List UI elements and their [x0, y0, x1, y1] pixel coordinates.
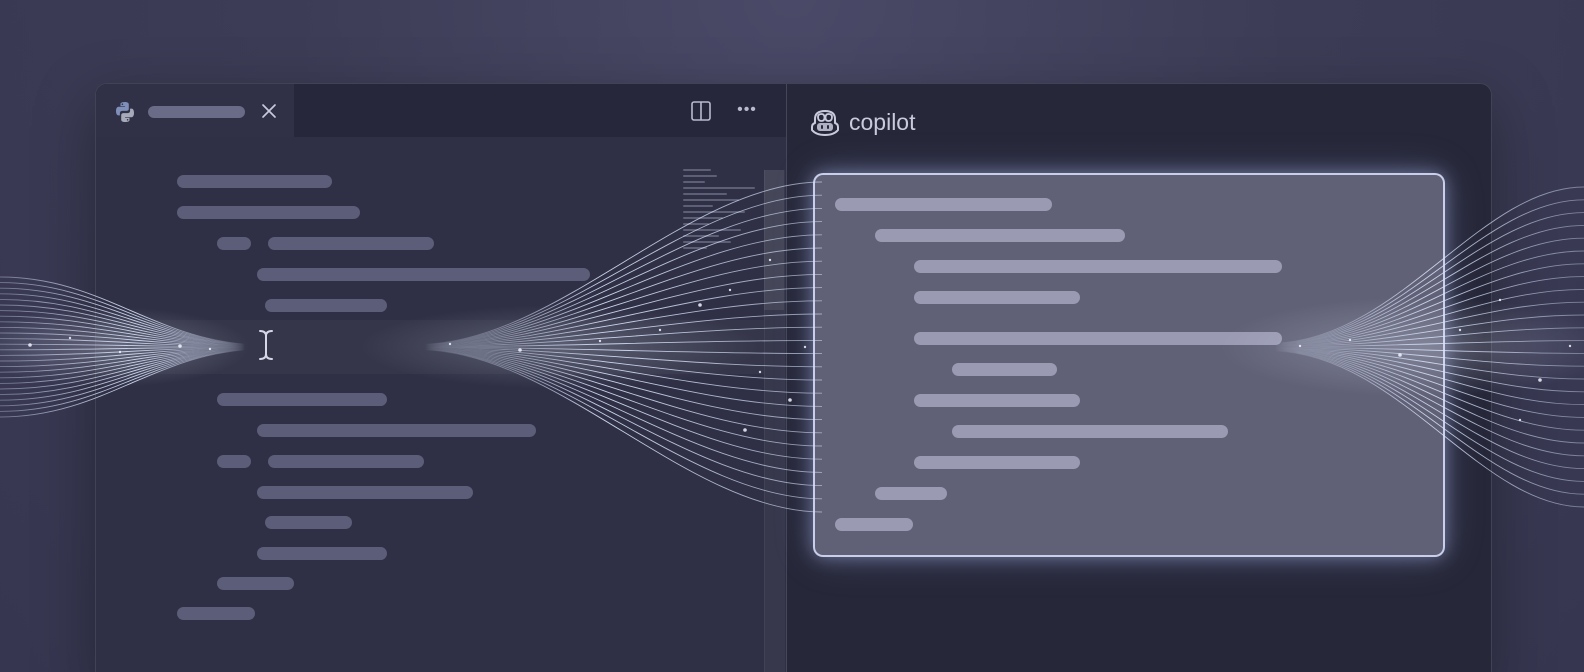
code-line [268, 237, 434, 250]
code-line [257, 486, 473, 499]
copilot-pane: copilot [787, 84, 1491, 672]
split-editor-icon[interactable] [690, 100, 712, 122]
code-line [177, 206, 360, 219]
suggestion-line [914, 332, 1282, 345]
python-icon [116, 102, 134, 122]
suggestion-line [952, 363, 1057, 376]
code-line [265, 299, 387, 312]
current-line-highlight [96, 320, 764, 374]
code-line [265, 516, 352, 529]
suggestion-line [914, 456, 1080, 469]
copilot-header: copilot [809, 104, 915, 140]
code-line [257, 424, 536, 437]
code-editor-pane: ••• [96, 84, 786, 672]
copilot-title: copilot [849, 108, 916, 135]
text-cursor-icon [259, 330, 273, 360]
code-line [217, 577, 294, 590]
code-line [257, 268, 590, 281]
suggestion-line [914, 291, 1080, 304]
close-icon[interactable] [260, 102, 278, 120]
suggestion-line [952, 425, 1228, 438]
code-line [217, 455, 251, 468]
copilot-icon [811, 110, 839, 136]
tab-filename-placeholder [148, 106, 245, 118]
scrollbar-thumb[interactable] [764, 170, 784, 310]
code-line [177, 175, 332, 188]
editor-tab-bar: ••• [96, 84, 786, 137]
code-line [177, 607, 255, 620]
suggestion-line [914, 394, 1080, 407]
suggestion-line [875, 229, 1125, 242]
copilot-suggestion-panel[interactable] [813, 173, 1445, 557]
editor-window: ••• copilot [95, 83, 1492, 672]
suggestion-line [835, 198, 1052, 211]
suggestion-line [875, 487, 947, 500]
code-line [217, 237, 251, 250]
editor-tab-active[interactable] [96, 84, 294, 137]
code-line [268, 455, 424, 468]
minimap[interactable] [683, 169, 768, 259]
code-line [257, 547, 387, 560]
suggestion-line [914, 260, 1282, 273]
code-line [217, 393, 387, 406]
suggestion-line [835, 518, 913, 531]
more-actions-icon[interactable]: ••• [734, 99, 760, 121]
